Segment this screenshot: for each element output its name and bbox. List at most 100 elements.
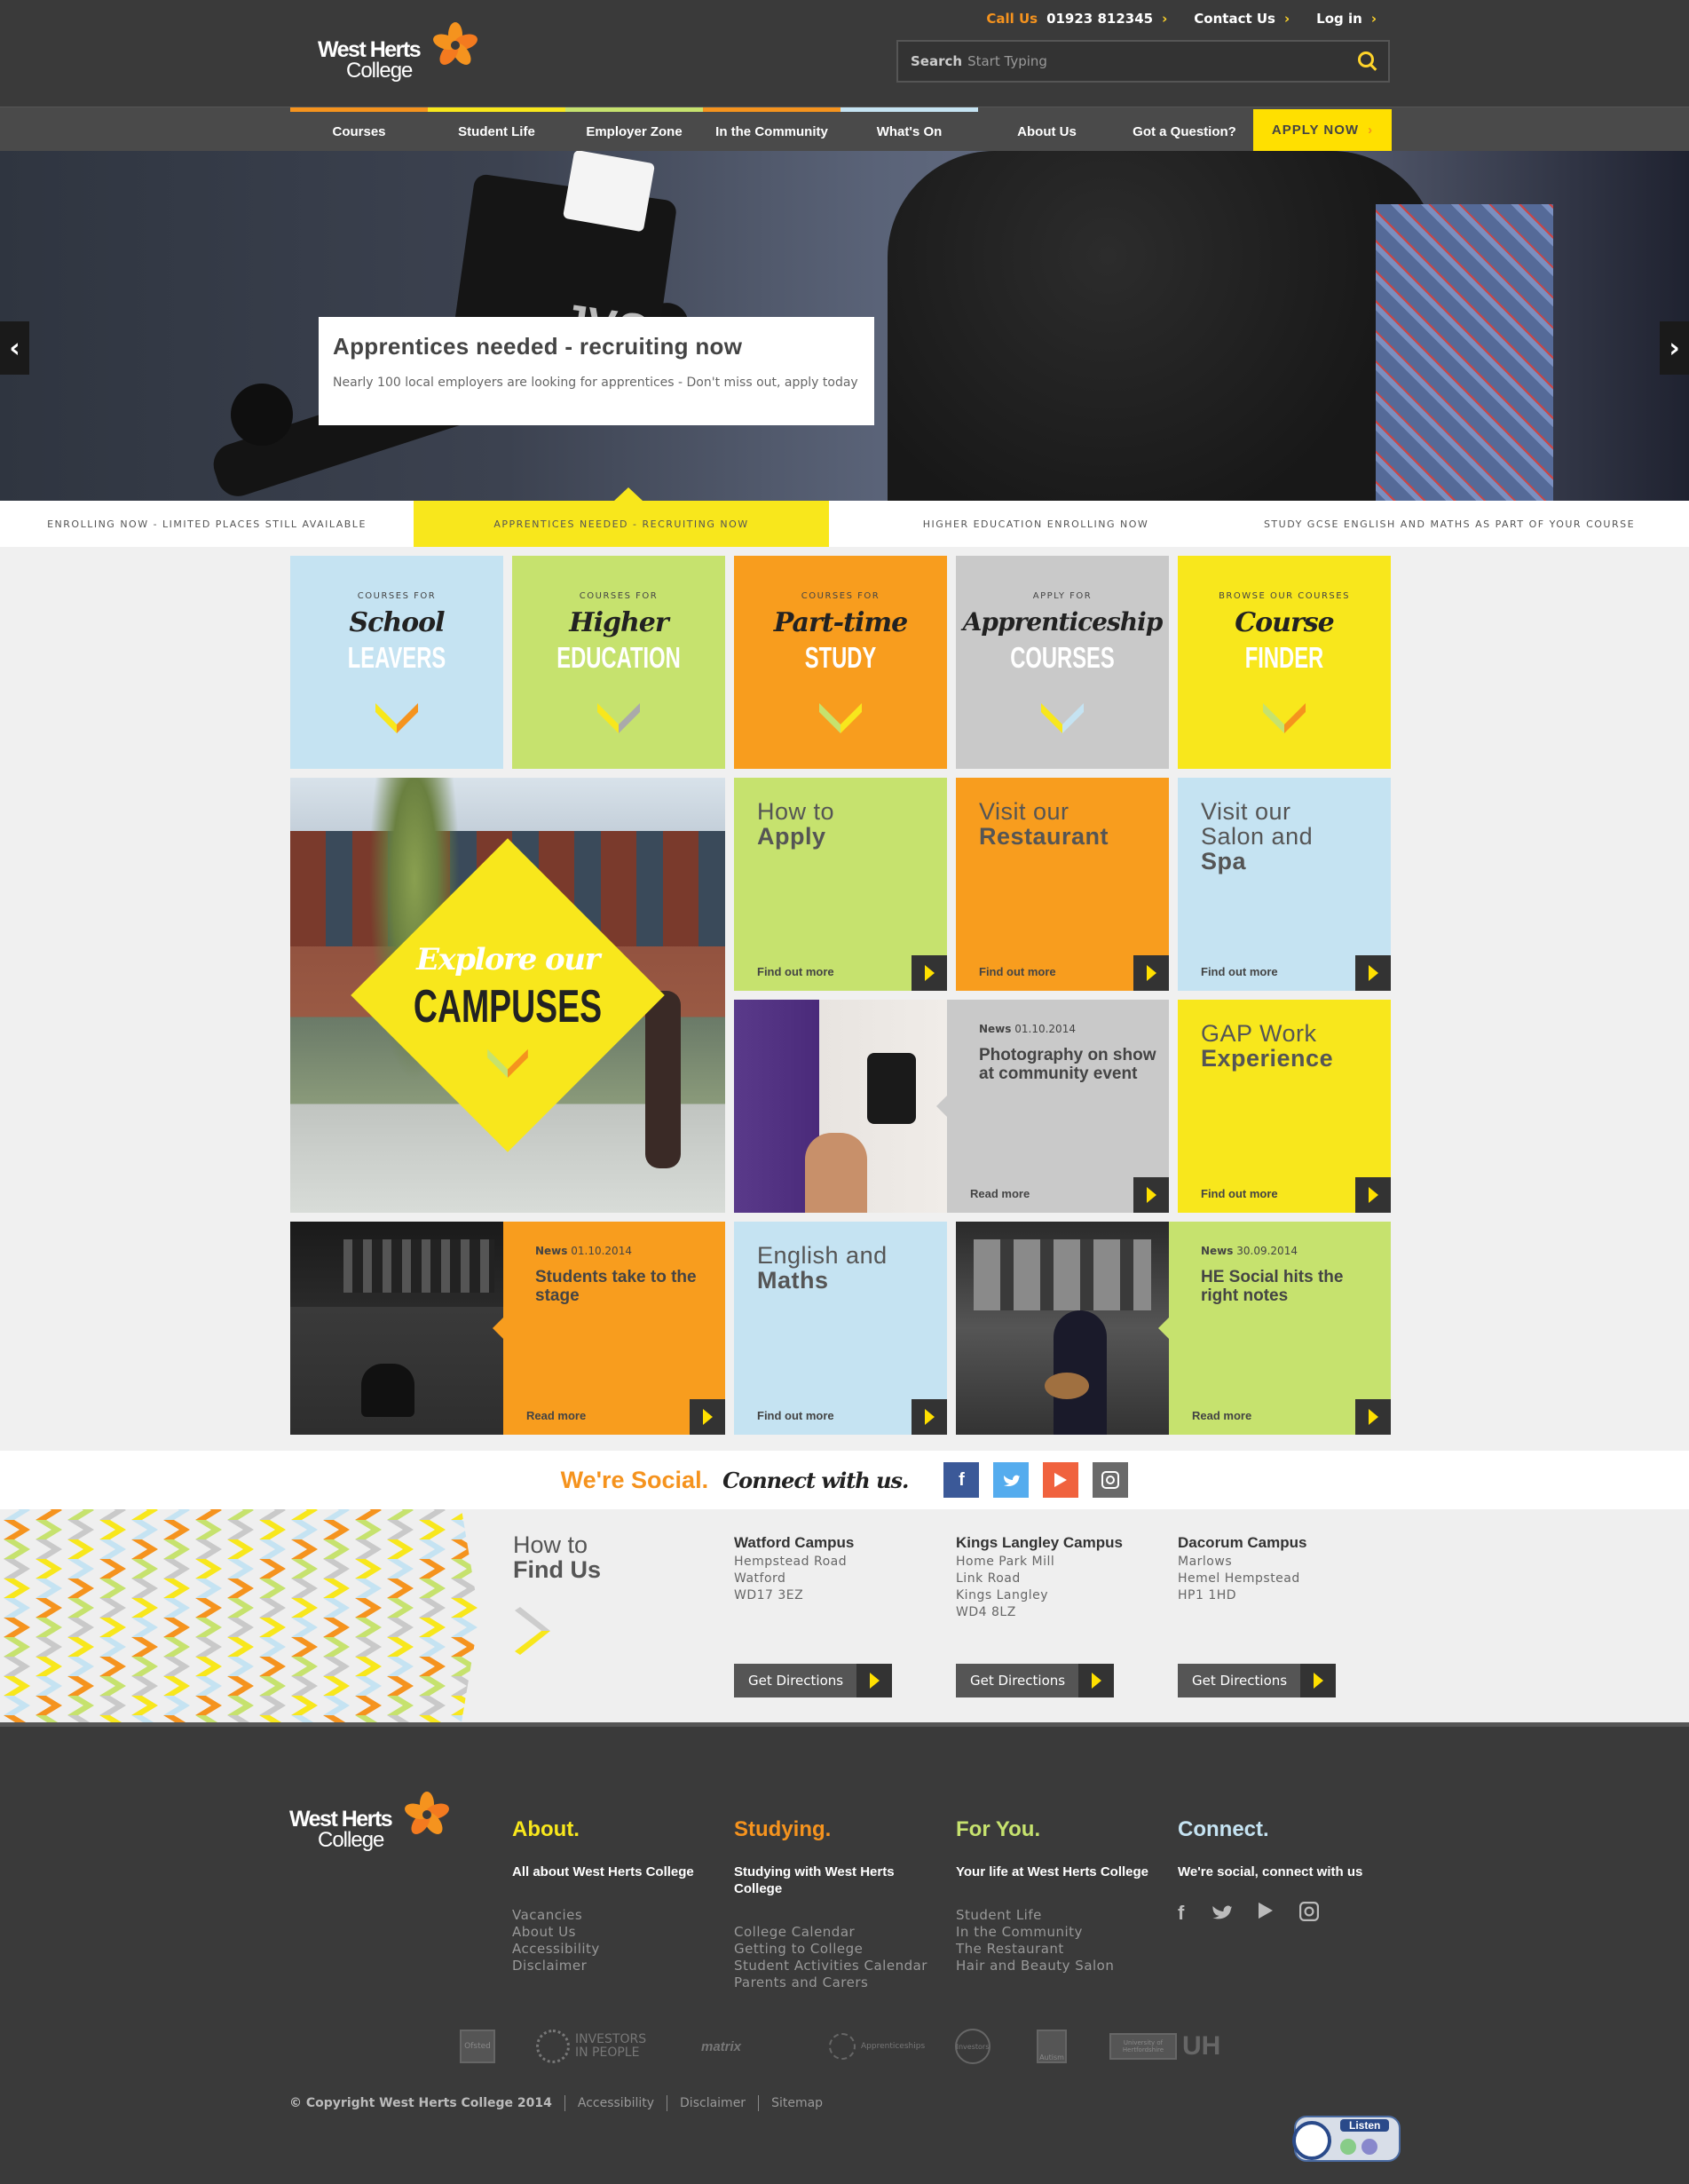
- footer-link[interactable]: Getting to College: [734, 1941, 938, 1958]
- nav-item-about-us[interactable]: About Us: [978, 107, 1116, 152]
- youtube-icon[interactable]: [1043, 1462, 1079, 1498]
- ticker-item[interactable]: ENROLLING NOW - LIMITED PLACES STILL AVA…: [0, 501, 414, 547]
- footer-link[interactable]: The Restaurant: [956, 1941, 1160, 1958]
- read-more-link[interactable]: Read more: [526, 1409, 586, 1422]
- footer-bottom-link[interactable]: Disclaimer: [680, 2096, 746, 2110]
- photography-news-photo[interactable]: [734, 1000, 947, 1213]
- contact-us-link[interactable]: Contact Us ›: [1194, 11, 1290, 27]
- find-out-more-link[interactable]: Find out more: [757, 965, 834, 978]
- course-tile-higher-education[interactable]: COURSES FOR Higher EDUCATION: [512, 556, 725, 769]
- stage-news-tile[interactable]: News 01.10.2014 Students take to the sta…: [493, 1222, 725, 1435]
- listen-label: Listen: [1340, 2119, 1390, 2132]
- salon-spa-tile[interactable]: Visit our Salon and Spa Find out more: [1178, 778, 1391, 991]
- copyright-text: © Copyright West Herts College 2014: [289, 2096, 552, 2110]
- nav-item-student-life[interactable]: Student Life: [428, 107, 565, 152]
- course-tile-apprenticeship[interactable]: APPLY FOR Apprenticeship COURSES: [956, 556, 1169, 769]
- photography-news-tile[interactable]: News 01.10.2014 Photography on show at c…: [936, 1000, 1169, 1213]
- arrow-right-icon[interactable]: [912, 955, 947, 991]
- arrow-right-icon[interactable]: [1355, 955, 1391, 991]
- footer-link[interactable]: About Us: [512, 1924, 716, 1941]
- ticker-item[interactable]: HIGHER EDUCATION ENROLLING NOW: [829, 501, 1243, 547]
- twitter-icon[interactable]: [1211, 1902, 1233, 1921]
- nav-label: Student Life: [458, 124, 535, 139]
- get-directions-button[interactable]: Get Directions: [1178, 1664, 1336, 1697]
- restaurant-tile[interactable]: Visit our Restaurant Find out more: [956, 778, 1169, 991]
- twitter-icon[interactable]: [993, 1462, 1030, 1498]
- find-out-more-link[interactable]: Find out more: [1201, 965, 1278, 978]
- ticker-item-active[interactable]: APPRENTICES NEEDED - RECRUITING NOW: [414, 501, 829, 547]
- arrow-right-icon[interactable]: [912, 1399, 947, 1435]
- arrow-right-icon[interactable]: [1355, 1177, 1391, 1213]
- find-out-more-link[interactable]: Find out more: [757, 1409, 834, 1422]
- footer-logo[interactable]: West Herts College: [289, 1791, 458, 1855]
- nav-label: What's On: [876, 124, 943, 139]
- hero-prev-button[interactable]: ‹: [0, 321, 29, 375]
- instagram-icon[interactable]: [1299, 1902, 1320, 1921]
- course-tile-school-leavers[interactable]: COURSES FOR School LEAVERS: [290, 556, 503, 769]
- footer-link[interactable]: In the Community: [956, 1924, 1160, 1941]
- nav-item-community[interactable]: In the Community: [703, 107, 841, 152]
- chevron-down-icon: [487, 1048, 528, 1078]
- nav-item-got-a-question[interactable]: Got a Question?: [1116, 107, 1253, 152]
- read-more-link[interactable]: Read more: [1192, 1409, 1251, 1422]
- footer-link[interactable]: Accessibility: [512, 1941, 716, 1958]
- footer-link[interactable]: Student Life: [956, 1907, 1160, 1924]
- chevron-left-icon: ‹: [9, 332, 20, 364]
- course-tile-course-finder[interactable]: BROWSE OUR COURSES Course FINDER: [1178, 556, 1391, 769]
- investors-in-people-logo: INVESTORS IN PEOPLE: [536, 2029, 656, 2064]
- facebook-icon[interactable]: f: [1178, 1902, 1184, 1925]
- play-icon[interactable]: [1340, 2139, 1356, 2155]
- youtube-icon[interactable]: [1259, 1902, 1274, 1919]
- nav-item-employer-zone[interactable]: Employer Zone: [565, 107, 703, 152]
- footer-link[interactable]: College Calendar: [734, 1924, 938, 1941]
- read-more-link[interactable]: Read more: [970, 1187, 1030, 1200]
- footer-bottom-link[interactable]: Sitemap: [771, 2096, 823, 2110]
- arm-photo-shape: [805, 1133, 867, 1213]
- ticker-item[interactable]: STUDY GCSE ENGLISH AND MATHS AS PART OF …: [1243, 501, 1656, 547]
- hero-next-button[interactable]: ›: [1660, 321, 1689, 375]
- apply-now-button[interactable]: APPLY NOW ›: [1253, 109, 1392, 151]
- hero-caption[interactable]: Apprentices needed - recruiting now Near…: [319, 317, 874, 425]
- arrow-right-icon[interactable]: [1133, 955, 1169, 991]
- footer-link[interactable]: Vacancies: [512, 1907, 716, 1924]
- campuses-big: CAMPUSES: [413, 981, 603, 1033]
- footer-link[interactable]: Hair and Beauty Salon: [956, 1958, 1160, 1974]
- english-maths-tile[interactable]: English and Maths Find out more: [734, 1222, 947, 1435]
- get-directions-button[interactable]: Get Directions: [734, 1664, 892, 1697]
- partner-label: matrix: [701, 2038, 742, 2054]
- flower-logo-icon: [433, 22, 477, 65]
- footer-bottom-link[interactable]: Accessibility: [578, 2096, 654, 2110]
- he-social-news-tile[interactable]: News 30.09.2014 HE Social hits the right…: [1158, 1222, 1391, 1435]
- find-out-more-link[interactable]: Find out more: [1201, 1187, 1278, 1200]
- footer-link[interactable]: Disclaimer: [512, 1958, 716, 1974]
- login-link[interactable]: Log in ›: [1316, 11, 1377, 27]
- course-tile-part-time[interactable]: COURSES FOR Part-time STUDY: [734, 556, 947, 769]
- he-social-photo[interactable]: [956, 1222, 1169, 1435]
- gap-work-experience-tile[interactable]: GAP Work Experience Find out more: [1178, 1000, 1391, 1213]
- campuses-tile[interactable]: Explore our CAMPUSES: [290, 778, 725, 1213]
- arrow-right-icon[interactable]: [1133, 1177, 1169, 1213]
- partner-label: University of Hertfordshire: [1109, 2033, 1177, 2060]
- nav-item-courses[interactable]: Courses: [290, 107, 428, 152]
- arrow-right-icon[interactable]: [1355, 1399, 1391, 1435]
- find-us-heading: How to Find Us: [513, 1532, 601, 1582]
- facebook-icon[interactable]: f: [943, 1462, 980, 1498]
- arrow-right-icon[interactable]: [690, 1399, 725, 1435]
- footer-link[interactable]: Parents and Carers: [734, 1974, 938, 1991]
- nav-item-whats-on[interactable]: What's On: [841, 107, 978, 152]
- how-to-apply-tile[interactable]: How to Apply Find out more: [734, 778, 947, 991]
- college-logo[interactable]: West Herts College: [318, 21, 486, 85]
- nav-label: Employer Zone: [586, 124, 683, 139]
- instagram-icon[interactable]: [1093, 1462, 1129, 1498]
- find-out-more-link[interactable]: Find out more: [979, 965, 1056, 978]
- footer-col-title: Connect.: [1178, 1817, 1269, 1841]
- search-icon[interactable]: [1358, 51, 1374, 67]
- listen-widget[interactable]: Listen: [1292, 2116, 1401, 2162]
- stage-news-photo[interactable]: [290, 1222, 503, 1435]
- get-directions-button[interactable]: Get Directions: [956, 1664, 1114, 1697]
- footer-link[interactable]: Student Activities Calendar: [734, 1958, 938, 1974]
- call-us-link[interactable]: Call Us 01923 812345 ›: [986, 11, 1167, 27]
- find-us-light: How to: [513, 1531, 588, 1558]
- help-icon[interactable]: [1361, 2139, 1377, 2155]
- search-input[interactable]: Search Start Typing: [896, 40, 1390, 83]
